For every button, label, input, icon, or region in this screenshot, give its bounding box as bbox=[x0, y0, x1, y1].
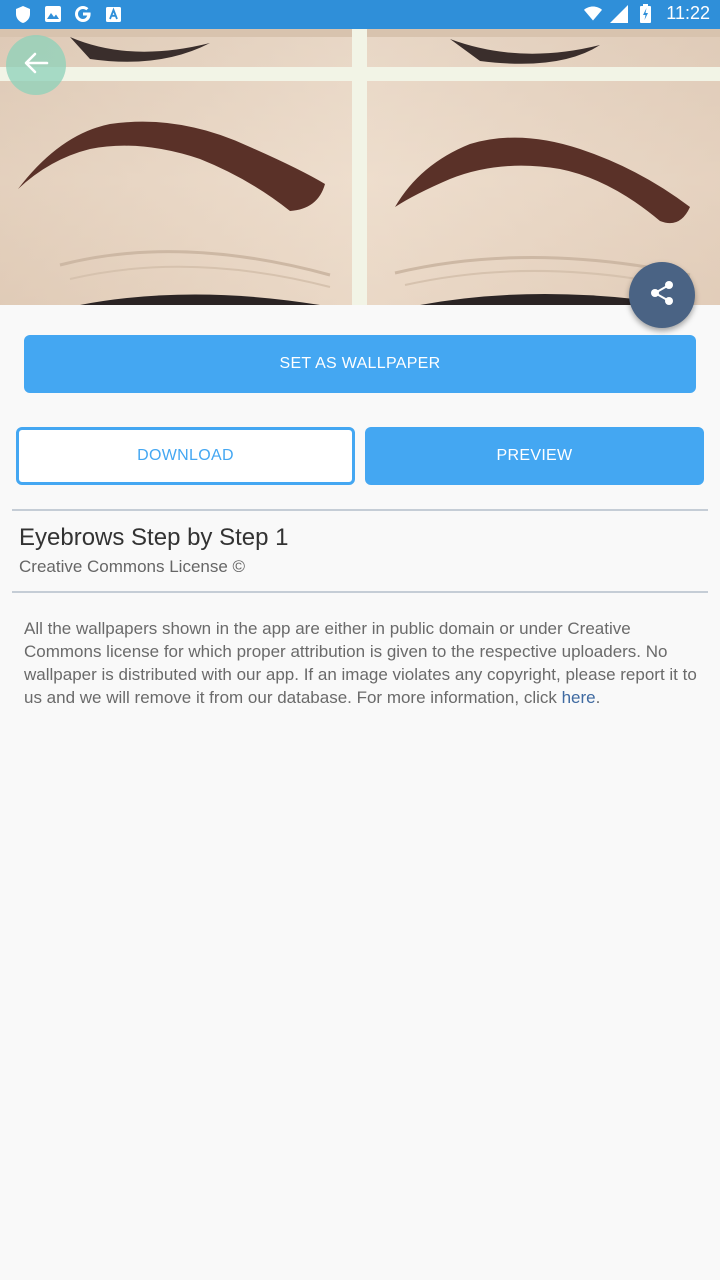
more-info-link[interactable]: here bbox=[562, 688, 596, 707]
google-icon bbox=[74, 5, 92, 23]
image-icon bbox=[44, 5, 62, 23]
divider bbox=[12, 591, 708, 593]
download-button[interactable]: DOWNLOAD bbox=[16, 427, 355, 485]
divider bbox=[12, 509, 708, 511]
copyright-disclaimer: All the wallpapers shown in the app are … bbox=[24, 617, 704, 709]
share-button[interactable] bbox=[629, 262, 695, 328]
battery-charging-icon bbox=[636, 4, 654, 23]
status-bar: 11:22 bbox=[0, 0, 720, 29]
license-label: Creative Commons License © bbox=[19, 557, 246, 576]
wallpaper-title: Eyebrows Step by Step 1 bbox=[19, 524, 289, 551]
disclaimer-suffix: . bbox=[595, 688, 601, 707]
wifi-icon bbox=[584, 5, 603, 23]
wallpaper-image bbox=[0, 29, 720, 305]
arrow-left-icon bbox=[23, 52, 49, 78]
set-as-wallpaper-button[interactable]: SET AS WALLPAPER bbox=[24, 335, 696, 393]
signal-icon bbox=[610, 4, 629, 23]
status-time: 11:22 bbox=[666, 3, 710, 23]
font-icon bbox=[104, 5, 122, 23]
share-icon bbox=[650, 280, 674, 310]
back-button[interactable] bbox=[6, 35, 66, 95]
preview-button[interactable]: PREVIEW bbox=[365, 427, 704, 485]
shield-icon bbox=[14, 5, 32, 23]
